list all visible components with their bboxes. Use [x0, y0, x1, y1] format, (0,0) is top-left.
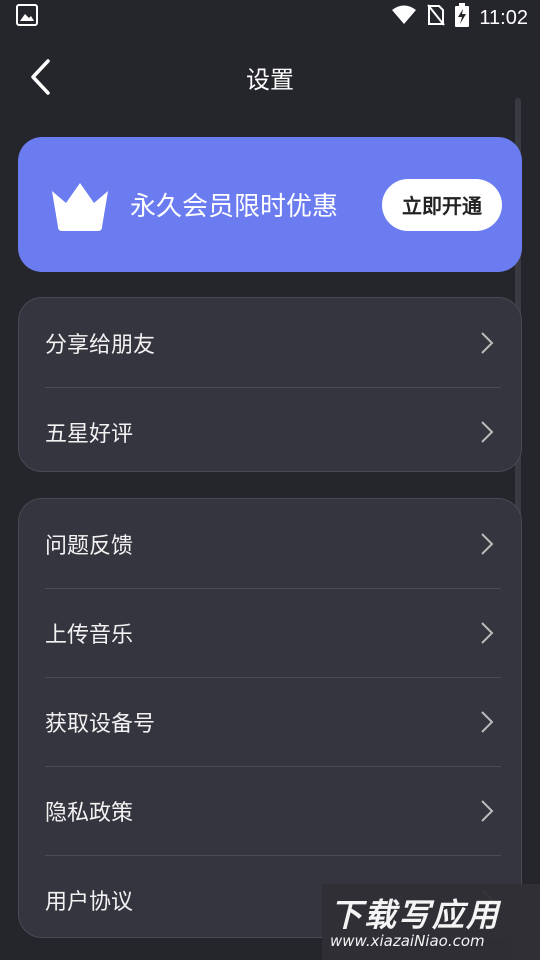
- privacy-policy-item[interactable]: 隐私政策: [19, 766, 521, 855]
- status-bar: 11:02: [0, 0, 540, 36]
- watermark-url: www.xiazaiNiao.com: [330, 932, 485, 950]
- image-notification-icon: [16, 4, 38, 32]
- list-item-label: 上传音乐: [45, 622, 134, 648]
- chevron-right-icon: [481, 621, 494, 644]
- get-device-id-item[interactable]: 获取设备号: [19, 677, 521, 766]
- chevron-right-icon: [481, 331, 494, 354]
- settings-group-support: 问题反馈 上传音乐 获取设备号 隐私政策 用户协议: [18, 498, 522, 938]
- watermark-title: 下载写应用: [330, 896, 501, 934]
- settings-group-share: 分享给朋友 五星好评: [18, 297, 522, 472]
- top-bar: 设置: [0, 40, 540, 114]
- vip-banner[interactable]: 永久会员限时优惠 立即开通: [18, 137, 522, 272]
- chevron-right-icon: [481, 710, 494, 733]
- watermark: 下载写应用 www.xiazaiNiao.com: [322, 884, 540, 960]
- no-sim-icon: [427, 4, 446, 32]
- crown-icon: [52, 182, 108, 231]
- share-to-friends-item[interactable]: 分享给朋友: [19, 298, 521, 387]
- list-item-label: 五星好评: [45, 421, 134, 447]
- chevron-right-icon: [481, 799, 494, 822]
- status-time: 11:02: [479, 6, 528, 29]
- wifi-icon: [391, 5, 417, 31]
- five-star-review-item[interactable]: 五星好评: [19, 387, 521, 471]
- list-item-label: 隐私政策: [45, 800, 134, 826]
- activate-now-button[interactable]: 立即开通: [382, 178, 502, 231]
- list-item-label: 分享给朋友: [45, 332, 156, 358]
- list-item-label: 问题反馈: [45, 533, 134, 559]
- chevron-right-icon: [481, 420, 494, 443]
- chevron-right-icon: [481, 532, 494, 555]
- feedback-item[interactable]: 问题反馈: [19, 499, 521, 588]
- upload-music-item[interactable]: 上传音乐: [19, 588, 521, 677]
- battery-charging-icon: [455, 3, 470, 33]
- vip-banner-text: 永久会员限时优惠: [130, 192, 339, 222]
- page-title: 设置: [246, 65, 294, 94]
- list-item-label: 获取设备号: [45, 711, 156, 737]
